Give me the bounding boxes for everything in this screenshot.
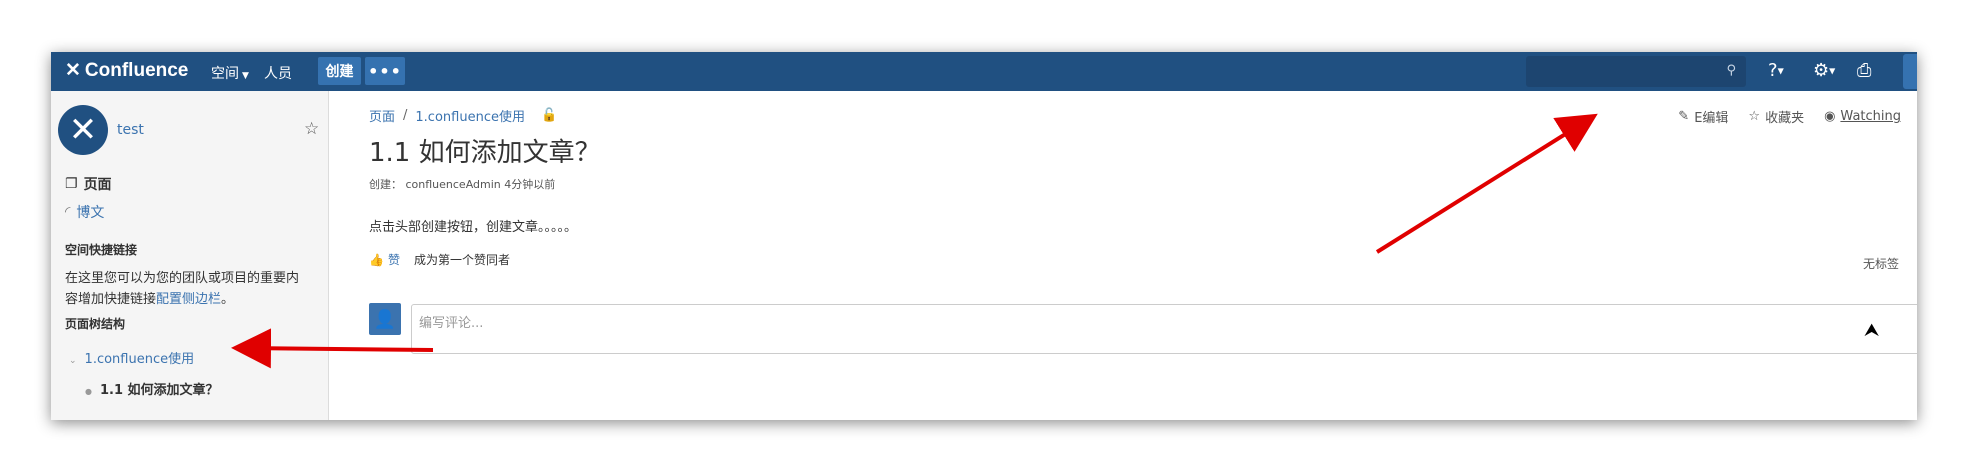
browser-window: ✕ Confluence 空间 ▼ 人员 创建 ••• ⚲ ?▼ ⚙▼ ⎙ ✕ t… bbox=[51, 52, 1917, 420]
annotation-arrows bbox=[231, 113, 1598, 369]
arrow-to-tree-item bbox=[231, 328, 434, 369]
arrow-to-edit bbox=[1375, 113, 1598, 254]
